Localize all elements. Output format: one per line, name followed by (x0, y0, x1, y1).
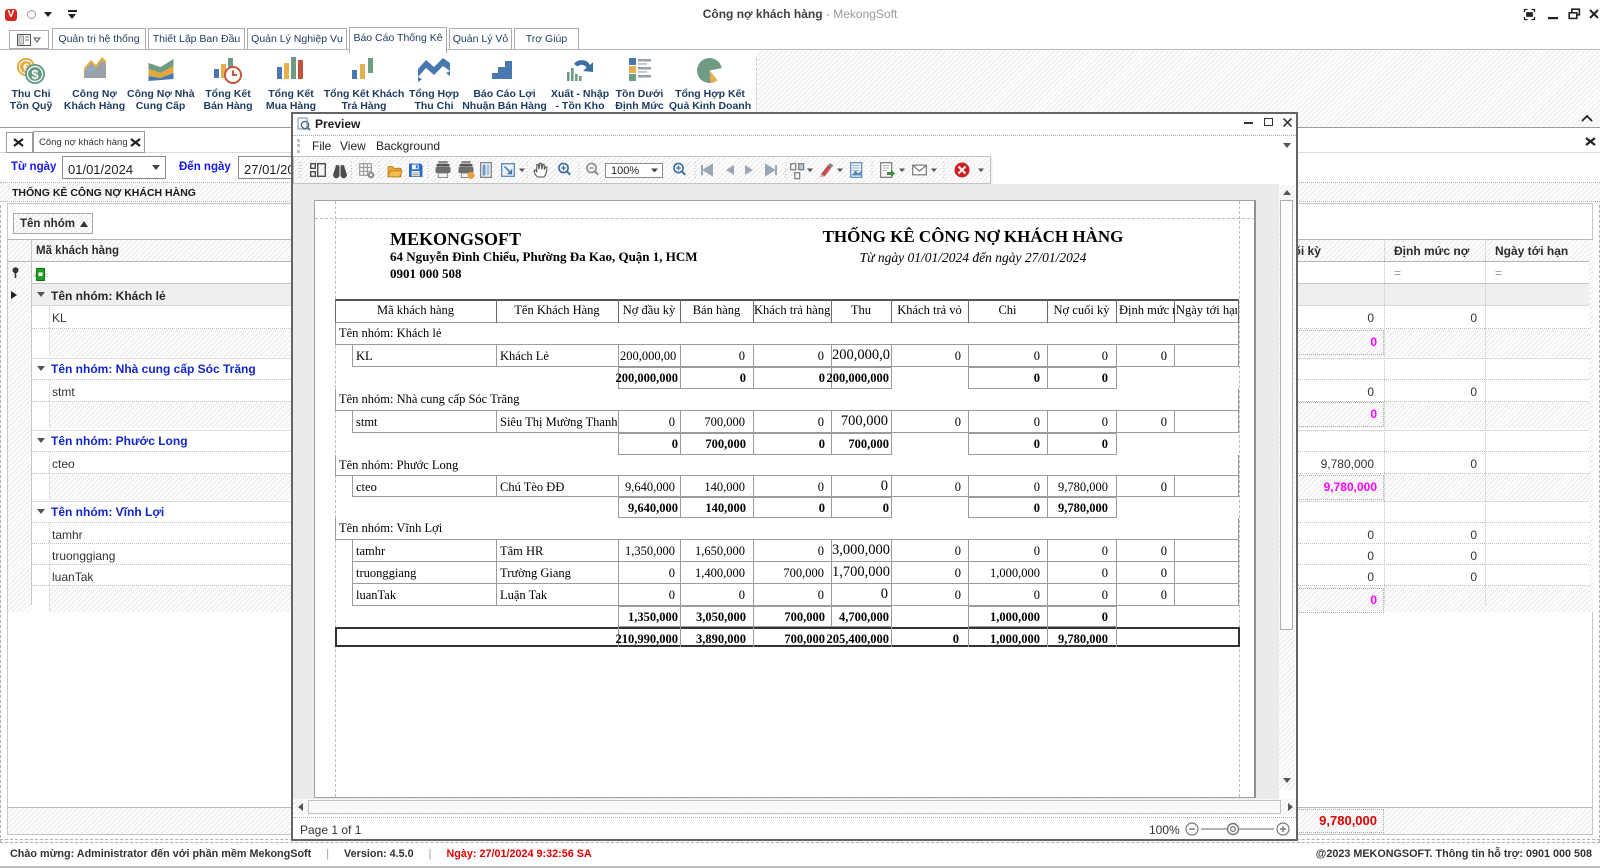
svg-text:100%: 100% (611, 165, 639, 177)
svg-text:$: $ (31, 67, 39, 82)
svg-text:c: c (45, 273, 48, 279)
